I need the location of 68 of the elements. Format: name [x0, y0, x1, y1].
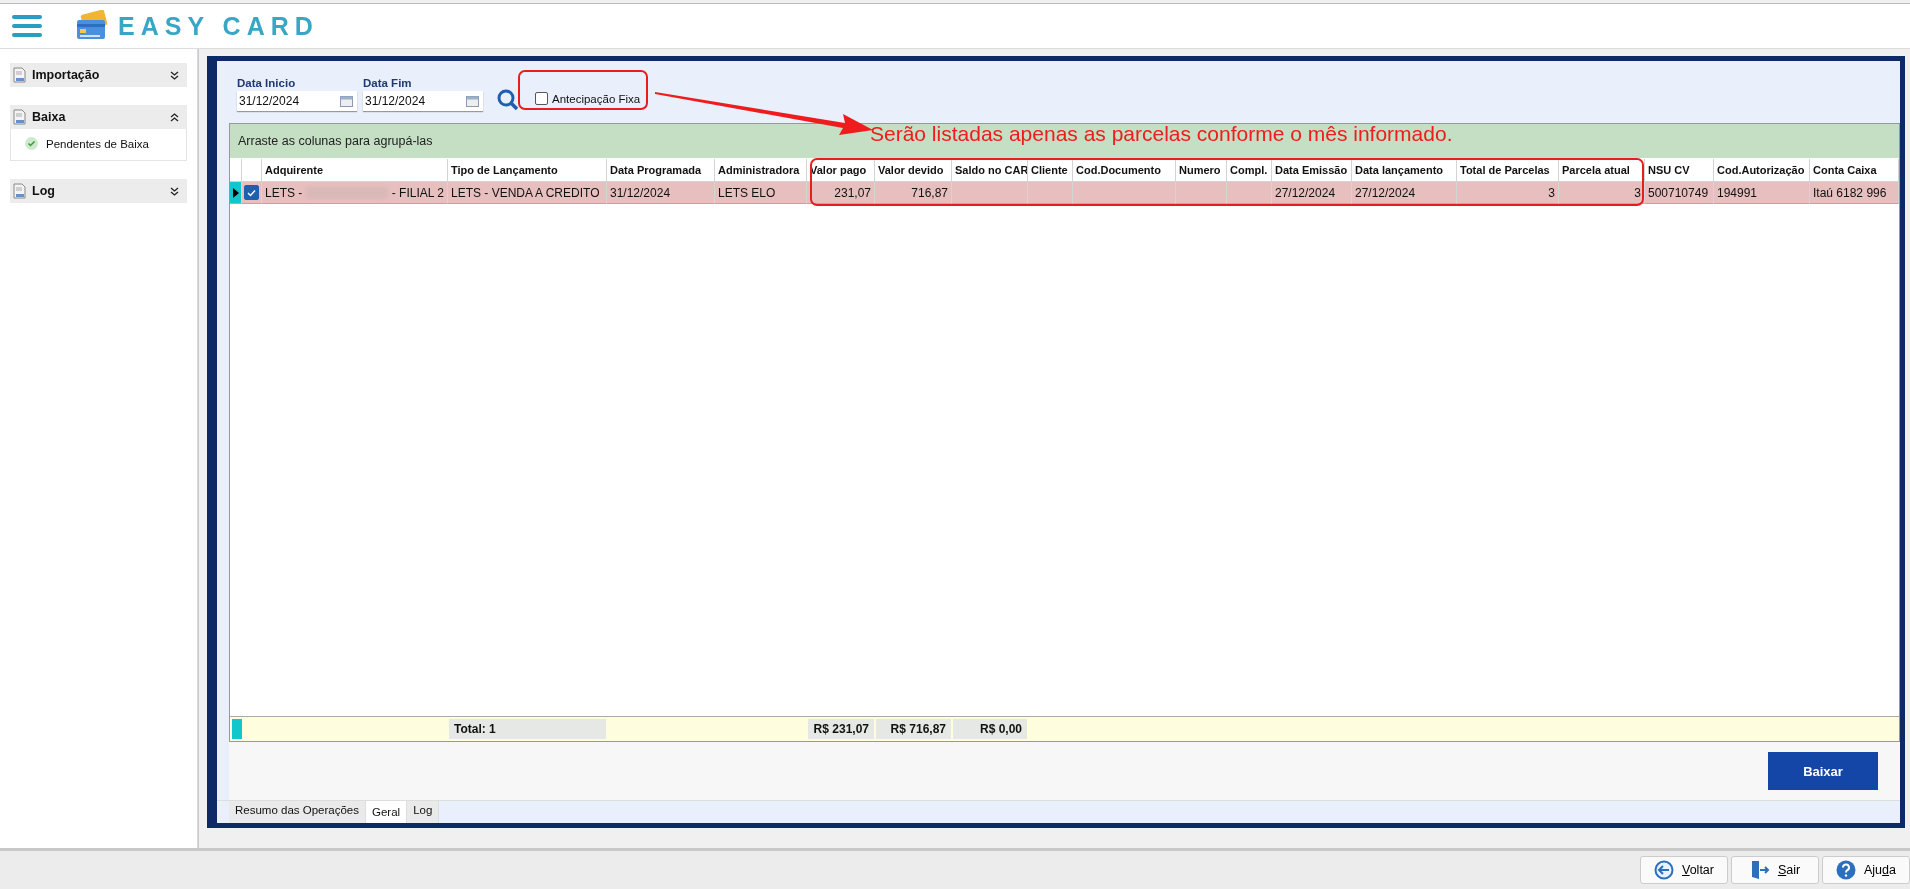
baixar-button[interactable]: Baixar	[1768, 752, 1878, 790]
column-header[interactable]: Data lançamento	[1352, 159, 1457, 181]
chevron-down-icon	[170, 186, 179, 196]
help-icon	[1836, 860, 1856, 880]
menu-icon[interactable]	[12, 15, 42, 37]
document-icon	[13, 183, 26, 199]
date-field[interactable]: 31/12/2024	[363, 91, 483, 111]
column-header[interactable]: Valor devido	[875, 159, 952, 181]
table-cell: LETS ELO	[715, 182, 807, 204]
column-header[interactable]: Adquirente	[262, 159, 448, 181]
chevron-up-icon	[170, 112, 179, 122]
table-cell: 194991	[1714, 182, 1810, 204]
exit-door-icon	[1749, 860, 1770, 880]
field-label: Data Fim	[363, 77, 413, 89]
footer-button[interactable]: Ajuda	[1822, 856, 1910, 884]
table-cell: 500710749	[1645, 182, 1714, 204]
column-header[interactable]: Cod.Autorização	[1714, 159, 1810, 181]
column-header[interactable]: Compl.	[1227, 159, 1272, 181]
column-header[interactable]: Data Emissão	[1272, 159, 1352, 181]
column-header[interactable]: Cod.Documento	[1073, 159, 1176, 181]
footer-button[interactable]: Sair	[1731, 856, 1819, 884]
table-cell: 27/12/2024	[1352, 182, 1457, 204]
total-value: R$ 231,07	[808, 719, 874, 739]
column-header[interactable]: Parcela atual	[1559, 159, 1645, 181]
annotation-text: Serão listadas apenas as parcelas conforme o mês informado.	[870, 122, 1453, 146]
antecipacao-checkbox[interactable]: Antecipação Fixa	[535, 92, 641, 105]
table-cell: 716,87	[875, 182, 952, 204]
sidebar-section-header[interactable]: Baixa	[10, 105, 187, 129]
cell-text: LETS -	[265, 185, 303, 200]
column-header[interactable]: Tipo de Lançamento	[448, 159, 607, 181]
column-header[interactable]: NSU CV	[1645, 159, 1714, 181]
total-count: Total: 1	[449, 719, 606, 739]
column-header[interactable]: Data Programada	[607, 159, 715, 181]
footer-button[interactable]: Voltar	[1640, 856, 1728, 884]
table-cell: 3	[1559, 182, 1645, 204]
chevron-down-icon	[170, 70, 179, 80]
column-header[interactable]: Cliente	[1028, 159, 1073, 181]
table-cell: Itaú 6182 996	[1810, 182, 1899, 204]
total-value: R$ 716,87	[876, 719, 951, 739]
search-icon[interactable]	[497, 89, 519, 111]
row-pointer-icon	[232, 187, 239, 198]
table-cell: 3	[1457, 182, 1559, 204]
table-cell: 27/12/2024	[1272, 182, 1352, 204]
credit-card-icon	[76, 10, 108, 42]
document-icon	[13, 67, 26, 83]
table-cell: LETS - VENDA A CREDITO	[448, 182, 607, 204]
tab[interactable]: Resumo das Operações	[229, 801, 366, 823]
sidebar-section-header[interactable]: Log	[10, 179, 187, 203]
column-header[interactable]: Conta Caixa	[1810, 159, 1899, 181]
column-header[interactable]: Administradora	[715, 159, 807, 181]
table-cell: 31/12/2024	[607, 182, 715, 204]
cell-text: - FILIAL 2	[391, 185, 444, 200]
row-indicator	[232, 719, 242, 739]
app-logo-text: EASY CARD	[118, 11, 319, 41]
date-field[interactable]: 31/12/2024	[237, 91, 357, 111]
document-icon	[13, 109, 26, 125]
column-header[interactable]: Numero	[1176, 159, 1227, 181]
calendar-icon	[466, 95, 479, 107]
sidebar-section-header[interactable]: Importação	[10, 63, 187, 87]
checkmark-icon	[247, 188, 256, 197]
tab[interactable]: Geral	[366, 801, 408, 823]
check-circle-icon	[25, 137, 38, 150]
tab[interactable]: Log	[407, 801, 440, 823]
field-label: Data Inicio	[237, 77, 297, 89]
column-header[interactable]: Total de Parcelas	[1457, 159, 1559, 181]
calendar-icon	[340, 95, 353, 107]
total-value: R$ 0,00	[953, 719, 1027, 739]
table-cell: 231,07	[807, 182, 875, 204]
